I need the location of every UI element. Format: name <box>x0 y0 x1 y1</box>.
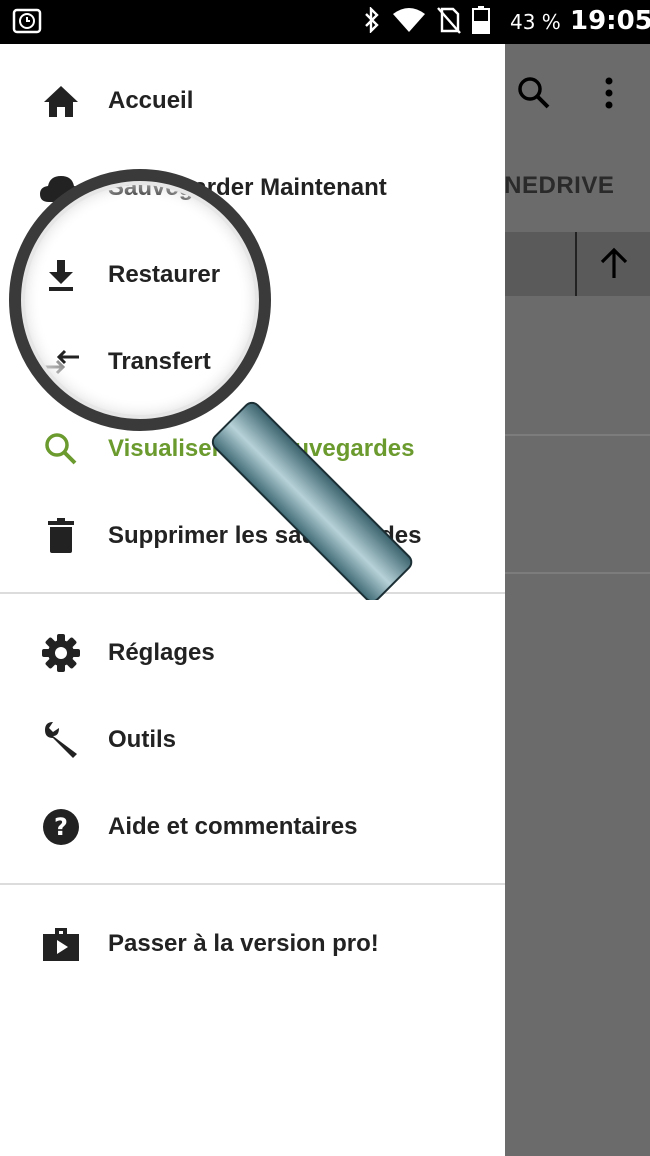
pro-store-icon <box>38 923 84 965</box>
menu-item-label: Restaurer <box>108 261 221 288</box>
sort-bar <box>505 232 650 296</box>
menu-item-label: Passer à la version pro! <box>108 930 379 957</box>
menu-item-reglages[interactable]: Réglages <box>0 610 505 696</box>
menu-item-restaurer[interactable]: Restaurer <box>0 232 505 318</box>
divider <box>575 232 577 296</box>
menu-item-transfert[interactable]: Transfert <box>0 319 505 405</box>
search-icon <box>38 428 84 470</box>
background-app: ONEDRIVE <box>485 44 650 1156</box>
menu-item-sauvegarder[interactable]: Sauvegarder Maintenant <box>0 145 505 231</box>
alarm-icon <box>12 8 42 36</box>
navigation-drawer: Accueil Sauvegarder Maintenant Restaurer… <box>0 44 505 1156</box>
menu-item-version-pro[interactable]: Passer à la version pro! <box>0 901 505 987</box>
menu-item-label: Réglages <box>108 639 215 666</box>
menu-item-outils[interactable]: Outils <box>0 697 505 783</box>
menu-item-aide[interactable]: ? Aide et commentaires <box>0 784 505 870</box>
wrench-icon <box>38 719 84 761</box>
wifi-icon <box>392 7 426 38</box>
battery-percent: 43 % <box>510 10 561 34</box>
menu-item-visualiser[interactable]: Visualiser les sauvegardes <box>0 406 505 492</box>
cloud-icon <box>38 167 84 209</box>
no-sim-icon <box>436 6 462 39</box>
menu-item-accueil[interactable]: Accueil <box>0 58 505 144</box>
bluetooth-icon <box>362 5 382 38</box>
more-vert-icon[interactable] <box>603 76 615 115</box>
divider <box>505 434 650 436</box>
gear-icon <box>38 632 84 674</box>
menu-item-label: Accueil <box>108 87 194 114</box>
svg-text:?: ? <box>54 813 68 841</box>
menu-item-supprimer[interactable]: Supprimer les sauvegardes <box>0 493 505 579</box>
trash-icon <box>38 515 84 557</box>
battery-icon <box>472 5 490 39</box>
menu-item-label: Outils <box>108 726 177 753</box>
divider <box>0 592 505 594</box>
home-icon <box>38 80 84 122</box>
arrow-up-icon[interactable] <box>597 246 631 285</box>
divider <box>0 883 505 885</box>
menu-item-label: Aide et commentaires <box>108 813 358 840</box>
help-icon: ? <box>38 806 84 848</box>
menu-item-label: Transfert <box>108 348 211 375</box>
transfer-icon <box>38 341 84 383</box>
status-bar: 43 % 19:05 <box>0 0 650 44</box>
divider <box>505 572 650 574</box>
download-icon <box>38 254 84 296</box>
clock-time: 19:05 <box>570 6 650 36</box>
menu-item-label: Visualiser les sauvegardes <box>108 435 415 462</box>
search-icon[interactable] <box>517 76 551 115</box>
menu-item-label: Sauvegarder Maintenant <box>108 174 387 201</box>
menu-item-label: Supprimer les sauvegardes <box>108 522 422 549</box>
